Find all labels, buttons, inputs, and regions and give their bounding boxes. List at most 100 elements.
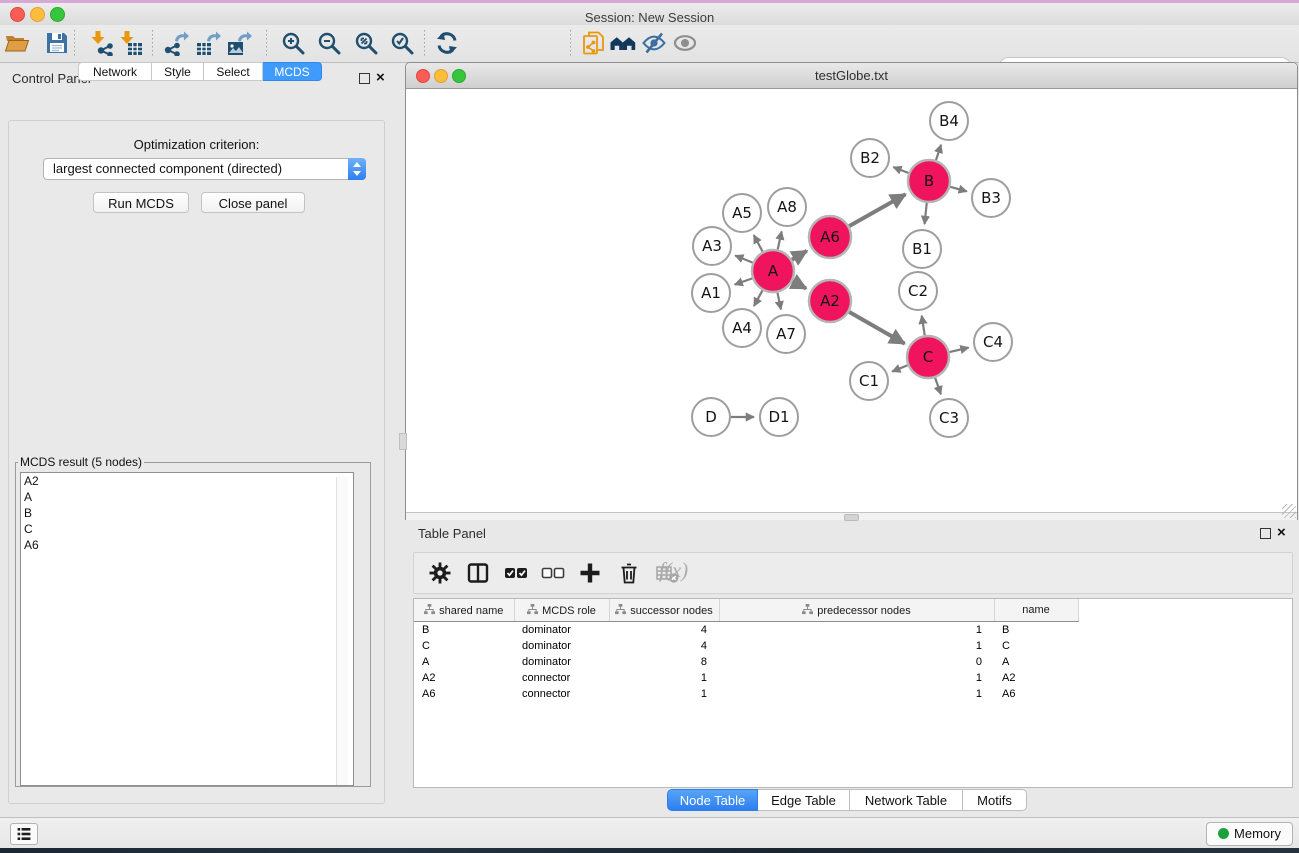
graph-edge-C-C4[interactable] — [949, 348, 968, 352]
settings-gear-icon[interactable] — [428, 561, 452, 585]
graph-edge-C-C1[interactable] — [892, 365, 907, 371]
graph-node-A7[interactable] — [767, 315, 805, 353]
run-mcds-button[interactable]: Run MCDS — [93, 192, 189, 213]
graph-node-B3[interactable] — [972, 179, 1010, 217]
graph-node-A8[interactable] — [768, 188, 806, 226]
tab-network-table[interactable]: Network Table — [850, 789, 963, 811]
tab-node-table[interactable]: Node Table — [667, 789, 758, 811]
task-history-button[interactable] — [10, 823, 38, 845]
graph-edge-C-C2[interactable] — [922, 316, 925, 336]
network-window-titlebar[interactable]: testGlobe.txt — [406, 63, 1297, 89]
column-visibility-icon[interactable] — [466, 561, 490, 585]
graph-node-C1[interactable] — [850, 362, 888, 400]
graph-edge-A-A6[interactable] — [792, 251, 807, 260]
import-network-icon[interactable] — [88, 30, 114, 57]
delete-column-icon[interactable] — [617, 561, 641, 585]
graph-edge-B-B2[interactable] — [893, 167, 908, 173]
table-row[interactable]: Bdominator41B — [414, 622, 1078, 639]
graph-node-C2[interactable] — [899, 272, 937, 310]
hide-graphics-details-icon[interactable] — [641, 30, 667, 57]
graph-edge-A-A1[interactable] — [735, 278, 753, 284]
graph-edge-A-A2[interactable] — [792, 281, 806, 288]
memory-button[interactable]: Memory — [1206, 822, 1293, 846]
export-image-icon[interactable] — [226, 30, 252, 57]
table-row[interactable]: Cdominator41C — [414, 638, 1078, 654]
float-panel-icon[interactable] — [1260, 528, 1271, 539]
close-panel-button[interactable]: Close panel — [201, 192, 305, 213]
create-column-icon[interactable] — [578, 561, 602, 585]
graph-node-C[interactable] — [907, 336, 949, 378]
zoom-selected-icon[interactable] — [389, 30, 415, 57]
refresh-view-icon[interactable] — [434, 30, 460, 57]
graph-node-B1[interactable] — [903, 230, 941, 268]
select-all-rows-icon[interactable] — [504, 561, 528, 585]
show-graphics-details-icon[interactable] — [672, 30, 698, 57]
close-panel-icon[interactable]: × — [1277, 528, 1286, 538]
criterion-dropdown[interactable]: largest connected component (directed) — [43, 158, 366, 180]
graph-edge-B-B4[interactable] — [936, 145, 941, 160]
new-network-from-selection-icon[interactable] — [581, 30, 607, 57]
graph-edge-B-B3[interactable] — [950, 187, 967, 192]
graph-edge-B-B1[interactable] — [925, 203, 927, 224]
network-graph[interactable]: B4B2BB3A5A8A6A3B1AA1C2A2A4A7C4CC1DD1C3 — [406, 88, 1297, 512]
graph-edge-A-A8[interactable] — [778, 231, 782, 249]
graph-edge-A-A3[interactable] — [735, 255, 753, 262]
graph-edge-A-A7[interactable] — [777, 293, 781, 310]
graph-edge-A-A5[interactable] — [754, 235, 763, 252]
mcds-result-item[interactable]: A2 — [21, 473, 353, 489]
tab-motifs[interactable]: Motifs — [963, 789, 1027, 811]
mcds-result-item[interactable]: B — [21, 505, 353, 521]
column-header-successor-nodes[interactable]: successor nodes — [609, 599, 719, 622]
save-session-icon[interactable] — [44, 30, 70, 57]
zoom-fit-icon[interactable] — [353, 30, 379, 57]
table-row[interactable]: Adominator80A — [414, 654, 1078, 670]
tab-network[interactable]: Network — [78, 62, 152, 81]
graph-node-A4[interactable] — [723, 309, 761, 347]
graph-node-D1[interactable] — [760, 398, 798, 436]
graph-node-B[interactable] — [908, 160, 950, 202]
graph-node-A1[interactable] — [692, 274, 730, 312]
zoom-in-icon[interactable] — [280, 30, 306, 57]
graph-node-A[interactable] — [752, 250, 794, 292]
function-builder-icon[interactable]: f(x) — [659, 558, 688, 583]
home-icon[interactable] — [610, 30, 636, 57]
graph-node-C3[interactable] — [930, 399, 968, 437]
float-panel-icon[interactable] — [359, 73, 370, 84]
deselect-all-rows-icon[interactable] — [541, 561, 565, 585]
zoom-out-icon[interactable] — [316, 30, 342, 57]
tab-edge-table[interactable]: Edge Table — [758, 789, 850, 811]
export-table-icon[interactable] — [195, 30, 221, 57]
mcds-list-scrollbar[interactable] — [336, 477, 348, 786]
mcds-result-item[interactable]: A6 — [21, 537, 353, 553]
import-table-icon[interactable] — [117, 30, 143, 57]
column-header-mcds-role[interactable]: MCDS role — [514, 599, 609, 622]
column-header-predecessor-nodes[interactable]: predecessor nodes — [719, 599, 994, 622]
graph-edge-A2-C[interactable] — [849, 312, 904, 344]
graph-edge-A-A4[interactable] — [754, 290, 763, 306]
column-header-name[interactable]: name — [994, 599, 1078, 622]
graph-edge-A6-B[interactable] — [849, 194, 905, 226]
mcds-result-item[interactable]: A — [21, 489, 353, 505]
window-resize-grip[interactable] — [1282, 504, 1296, 518]
graph-node-C4[interactable] — [974, 323, 1012, 361]
graph-node-D[interactable] — [692, 398, 730, 436]
graph-node-A5[interactable] — [723, 194, 761, 232]
table-row[interactable]: A6connector11A6 — [414, 686, 1078, 702]
graph-node-A6[interactable] — [809, 216, 851, 258]
column-header-shared-name[interactable]: shared name — [414, 599, 514, 622]
network-vertical-scrollbar[interactable] — [399, 433, 407, 450]
network-horizontal-scrollbar[interactable] — [406, 512, 1297, 520]
graph-edge-C-C3[interactable] — [935, 378, 941, 395]
tab-style[interactable]: Style — [152, 62, 204, 81]
graph-node-B4[interactable] — [930, 102, 968, 140]
graph-node-A3[interactable] — [693, 227, 731, 265]
tab-mcds[interactable]: MCDS — [263, 62, 322, 81]
mcds-result-item[interactable]: C — [21, 521, 353, 537]
open-session-icon[interactable] — [4, 30, 30, 57]
export-network-icon[interactable] — [163, 30, 189, 57]
table-row[interactable]: A2connector11A2 — [414, 670, 1078, 686]
close-panel-icon[interactable]: × — [376, 73, 385, 83]
tab-select[interactable]: Select — [204, 62, 263, 81]
graph-node-B2[interactable] — [851, 139, 889, 177]
graph-node-A2[interactable] — [809, 280, 851, 322]
